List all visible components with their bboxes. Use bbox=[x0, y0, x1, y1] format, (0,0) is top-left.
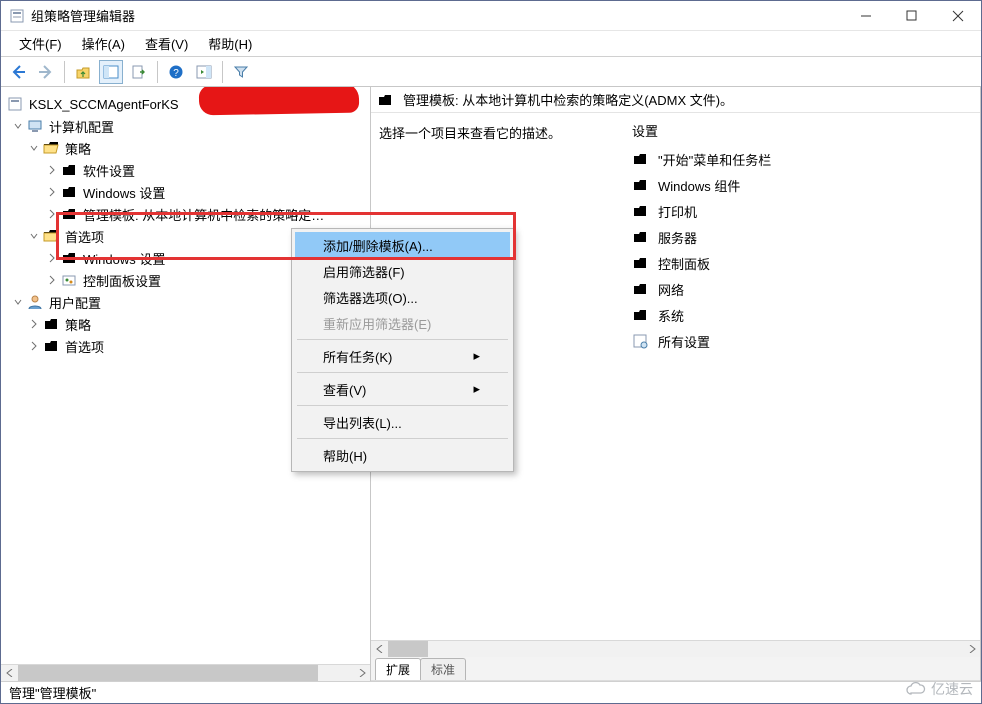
ctx-filter-options[interactable]: 筛选器选项(O)... bbox=[295, 284, 510, 310]
scroll-right-button[interactable] bbox=[963, 641, 980, 657]
menu-help[interactable]: 帮助(H) bbox=[198, 31, 262, 56]
tree-policy[interactable]: 策略 bbox=[1, 137, 370, 159]
setting-item[interactable]: 服务器 bbox=[632, 224, 974, 250]
back-button[interactable] bbox=[6, 60, 30, 84]
setting-item[interactable]: 打印机 bbox=[632, 198, 974, 224]
caret-down-icon[interactable] bbox=[11, 119, 25, 133]
menu-action[interactable]: 操作(A) bbox=[72, 31, 135, 56]
help-button[interactable]: ? bbox=[164, 60, 188, 84]
gpedit-app-icon bbox=[9, 8, 25, 24]
ctx-export-list[interactable]: 导出列表(L)... bbox=[295, 409, 510, 435]
scroll-thumb[interactable] bbox=[18, 665, 318, 681]
caret-down-icon[interactable] bbox=[11, 295, 25, 309]
caret-right-icon[interactable] bbox=[45, 251, 59, 265]
computer-icon bbox=[27, 118, 43, 134]
close-button[interactable] bbox=[935, 1, 981, 31]
folder-open-icon bbox=[43, 140, 59, 156]
folder-icon bbox=[632, 151, 648, 167]
forward-button[interactable] bbox=[34, 60, 58, 84]
tab-extended[interactable]: 扩展 bbox=[375, 658, 421, 680]
ctx-add-remove-templates[interactable]: 添加/删除模板(A)... bbox=[295, 232, 510, 258]
minimize-button[interactable] bbox=[843, 1, 889, 31]
context-menu: 添加/删除模板(A)... 启用筛选器(F) 筛选器选项(O)... 重新应用筛… bbox=[291, 228, 514, 472]
ctx-separator bbox=[297, 372, 508, 373]
window-title: 组策略管理编辑器 bbox=[31, 6, 135, 25]
folder-icon bbox=[632, 177, 648, 193]
statusbar: 管理"管理模板" bbox=[1, 681, 981, 703]
tree-admin-templates[interactable]: 管理模板: 从本地计算机中检索的策略定… bbox=[1, 203, 370, 225]
ctx-enable-filter[interactable]: 启用筛选器(F) bbox=[295, 258, 510, 284]
ctx-view[interactable]: 查看(V)▸ bbox=[295, 376, 510, 402]
setting-item[interactable]: "开始"菜单和任务栏 bbox=[632, 146, 974, 172]
ctx-help[interactable]: 帮助(H) bbox=[295, 442, 510, 468]
all-settings-icon bbox=[632, 333, 648, 349]
svg-text:?: ? bbox=[173, 68, 179, 79]
export-list-button[interactable] bbox=[127, 60, 151, 84]
details-title: 管理模板: 从本地计算机中检索的策略定义(ADMX 文件)。 bbox=[403, 90, 733, 109]
ctx-separator bbox=[297, 438, 508, 439]
details-tabs: 扩展 标准 bbox=[371, 657, 980, 681]
caret-down-icon[interactable] bbox=[27, 141, 41, 155]
folder-icon bbox=[43, 338, 59, 354]
folder-icon bbox=[61, 206, 77, 222]
folder-icon bbox=[632, 307, 648, 323]
user-icon bbox=[27, 294, 43, 310]
scroll-left-button[interactable] bbox=[1, 665, 18, 681]
scroll-thumb[interactable] bbox=[388, 641, 428, 657]
setting-item[interactable]: 控制面板 bbox=[632, 250, 974, 276]
caret-right-icon[interactable] bbox=[45, 207, 59, 221]
menubar: 文件(F) 操作(A) 查看(V) 帮助(H) bbox=[1, 31, 981, 57]
tab-standard[interactable]: 标准 bbox=[420, 658, 466, 680]
ctx-separator bbox=[297, 339, 508, 340]
description-text: 选择一个项目来查看它的描述。 bbox=[379, 126, 561, 141]
ctx-all-tasks[interactable]: 所有任务(K)▸ bbox=[295, 343, 510, 369]
setting-item[interactable]: Windows 组件 bbox=[632, 172, 974, 198]
watermark: 亿速云 bbox=[905, 679, 973, 699]
show-hide-console-tree-button[interactable] bbox=[99, 60, 123, 84]
folder-icon bbox=[632, 229, 648, 245]
caret-down-icon[interactable] bbox=[27, 229, 41, 243]
settings-header: 设置 bbox=[632, 121, 974, 140]
menu-file[interactable]: 文件(F) bbox=[9, 31, 72, 56]
caret-right-icon[interactable] bbox=[45, 185, 59, 199]
maximize-button[interactable] bbox=[889, 1, 935, 31]
ctx-separator bbox=[297, 405, 508, 406]
gpo-icon bbox=[7, 96, 23, 112]
folder-open-icon bbox=[43, 228, 59, 244]
filter-button[interactable] bbox=[229, 60, 253, 84]
folder-icon bbox=[377, 92, 393, 108]
folder-icon bbox=[61, 250, 77, 266]
show-hide-action-pane-button[interactable] bbox=[192, 60, 216, 84]
tree-software-settings[interactable]: 软件设置 bbox=[1, 159, 370, 181]
tree-computer-config[interactable]: 计算机配置 bbox=[1, 115, 370, 137]
titlebar: 组策略管理编辑器 bbox=[1, 1, 981, 31]
folder-icon bbox=[632, 255, 648, 271]
setting-item[interactable]: 系统 bbox=[632, 302, 974, 328]
folder-icon bbox=[61, 184, 77, 200]
cloud-icon bbox=[905, 681, 927, 697]
caret-right-icon[interactable] bbox=[27, 339, 41, 353]
status-text: 管理"管理模板" bbox=[9, 683, 96, 702]
folder-icon bbox=[632, 203, 648, 219]
caret-right-icon[interactable] bbox=[45, 273, 59, 287]
setting-item[interactable]: 网络 bbox=[632, 276, 974, 302]
folder-icon bbox=[61, 162, 77, 178]
scroll-right-button[interactable] bbox=[353, 665, 370, 681]
menu-view[interactable]: 查看(V) bbox=[135, 31, 198, 56]
caret-right-icon[interactable] bbox=[27, 317, 41, 331]
up-one-level-button[interactable] bbox=[71, 60, 95, 84]
ctx-reapply-filter: 重新应用筛选器(E) bbox=[295, 310, 510, 336]
control-panel-icon bbox=[61, 272, 77, 288]
caret-right-icon[interactable] bbox=[45, 163, 59, 177]
folder-icon bbox=[43, 316, 59, 332]
settings-column: 设置 "开始"菜单和任务栏 Windows 组件 打印机 服务器 控制面板 网络… bbox=[626, 113, 980, 640]
scroll-left-button[interactable] bbox=[371, 641, 388, 657]
setting-item[interactable]: 所有设置 bbox=[632, 328, 974, 354]
toolbar: ? bbox=[1, 57, 981, 87]
folder-icon bbox=[632, 281, 648, 297]
tree-windows-settings[interactable]: Windows 设置 bbox=[1, 181, 370, 203]
